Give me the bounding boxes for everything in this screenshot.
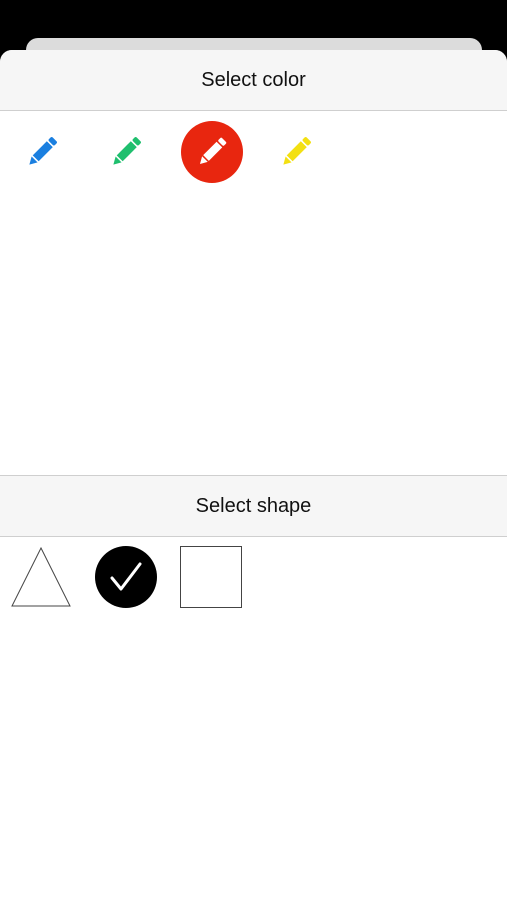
pencil-icon <box>199 137 227 165</box>
shape-options-row <box>0 545 507 609</box>
pencil-icon <box>29 137 57 165</box>
pencil-icon <box>113 137 141 165</box>
shape-option-square[interactable] <box>179 545 243 609</box>
shape-option-circle[interactable] <box>94 545 158 609</box>
color-option-red[interactable] <box>180 120 244 184</box>
triangle-icon <box>11 546 71 607</box>
selected-color-indicator <box>181 121 243 183</box>
select-shape-header: Select shape <box>0 475 507 537</box>
circle-check-icon <box>95 546 157 608</box>
select-shape-title: Select shape <box>195 494 312 517</box>
select-color-header: Select color <box>0 50 507 111</box>
select-color-title: Select color <box>201 68 306 91</box>
color-option-green[interactable] <box>94 120 158 184</box>
color-option-yellow[interactable] <box>264 120 328 184</box>
shape-option-triangle[interactable] <box>9 545 73 609</box>
square-icon <box>180 546 242 608</box>
pencil-icon <box>283 137 311 165</box>
selection-sheet: Select color Select shape <box>0 50 507 900</box>
color-option-blue[interactable] <box>10 120 74 184</box>
color-options-row <box>0 120 507 184</box>
